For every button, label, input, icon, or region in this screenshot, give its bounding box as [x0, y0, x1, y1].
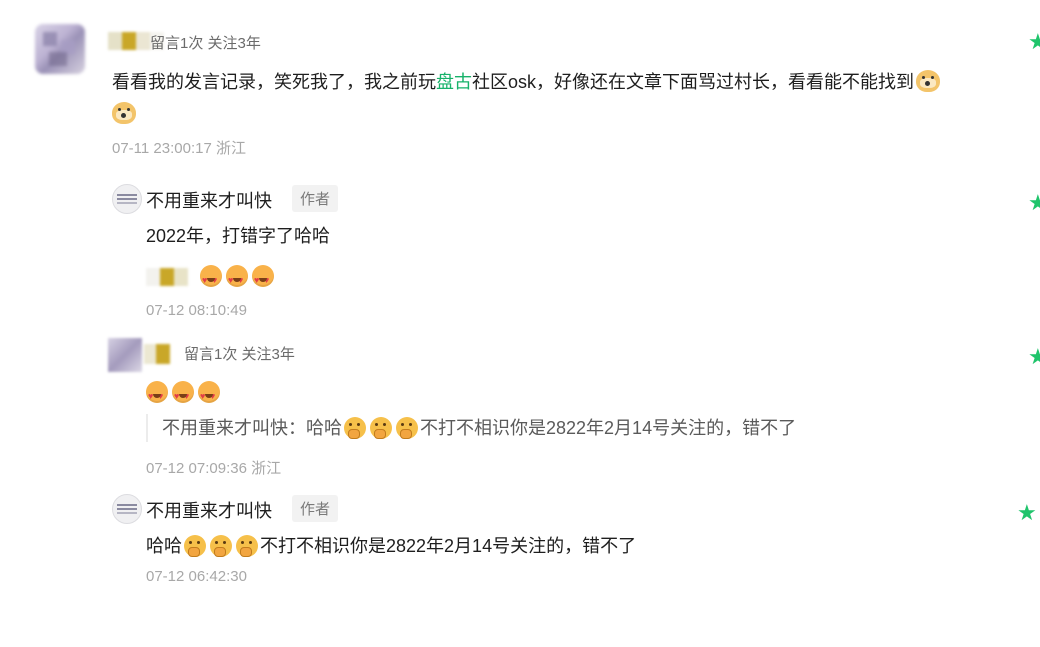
author-name[interactable]: 不用重来才叫快 — [146, 497, 272, 523]
heart-eyes-emoji-icon — [226, 265, 248, 294]
comment-time: 07-11 23:00:17 浙江 — [112, 140, 246, 157]
comment-text: 看看我的发言记录，笑死我了，我之前玩盘古社区osk，好像还在文章下面骂过村长，看… — [112, 68, 941, 96]
doge-emoji-icon — [112, 102, 136, 124]
reply2-meta: 留言1次 关注3年 — [184, 346, 295, 363]
comment-link-pangu[interactable]: 盘古 — [436, 72, 472, 92]
commenter-meta: 留言1次 关注3年 — [150, 35, 261, 52]
author-avatar[interactable] — [112, 184, 142, 214]
thinking-emoji-icon — [236, 535, 258, 557]
comment-text-part2: 社区osk，好像还在文章下面骂过村长，看看能不能找到 — [472, 72, 915, 92]
reply3-time: 07-12 06:42:30 — [146, 568, 247, 585]
thinking-emoji-icon — [184, 535, 206, 557]
thinking-emoji-icon — [396, 417, 418, 439]
quote-text-part1: 不用重来才叫快：哈哈 — [162, 418, 342, 438]
heart-eyes-emoji-icon — [198, 381, 220, 410]
comment-text-line2 — [112, 100, 136, 128]
heart-eyes-emoji-icon — [146, 381, 168, 410]
author-name[interactable]: 不用重来才叫快 — [146, 187, 272, 213]
reply2-emojis — [146, 378, 224, 410]
reply1-reaction-line — [146, 262, 278, 294]
author-badge: 作者 — [292, 185, 339, 212]
star-icon[interactable]: ★ — [1017, 503, 1037, 525]
comments-panel: 留言1次 关注3年 ★ 看看我的发言记录，笑死我了，我之前玩盘古社区osk，好像… — [0, 0, 1040, 647]
star-icon[interactable]: ★ — [1028, 347, 1040, 369]
reply1-time: 07-12 08:10:49 — [146, 302, 247, 319]
reply-user-avatar-blurred[interactable] — [108, 338, 174, 372]
reacting-user-blurred[interactable] — [146, 268, 188, 286]
heart-eyes-emoji-icon — [172, 381, 194, 410]
reply2-quote: 不用重来才叫快：哈哈 不打不相识你是2822年2月14号关注的，错不了 — [146, 414, 796, 442]
thinking-emoji-icon — [370, 417, 392, 439]
heart-eyes-emoji-icon — [200, 265, 222, 294]
reply3-text-part1: 哈哈 — [146, 536, 182, 556]
star-icon[interactable]: ★ — [1028, 32, 1040, 54]
reply3-text: 哈哈 不打不相识你是2822年2月14号关注的，错不了 — [146, 532, 636, 560]
thinking-emoji-icon — [344, 417, 366, 439]
commenter-avatar[interactable] — [35, 24, 85, 74]
reply1-text: 2022年，打错字了哈哈 — [146, 226, 331, 246]
star-icon[interactable]: ★ — [1028, 193, 1040, 215]
quote-text-part2: 不打不相识你是2822年2月14号关注的，错不了 — [420, 418, 797, 438]
author-avatar[interactable] — [112, 494, 142, 524]
thinking-emoji-icon — [210, 535, 232, 557]
reply3-text-part2: 不打不相识你是2822年2月14号关注的，错不了 — [260, 536, 637, 556]
reply2-time: 07-12 07:09:36 浙江 — [146, 460, 282, 477]
doge-emoji-icon — [916, 70, 941, 92]
author-badge: 作者 — [292, 495, 339, 522]
comment-text-part1: 看看我的发言记录，笑死我了，我之前玩 — [112, 72, 436, 92]
heart-eyes-emoji-icon — [252, 265, 274, 294]
